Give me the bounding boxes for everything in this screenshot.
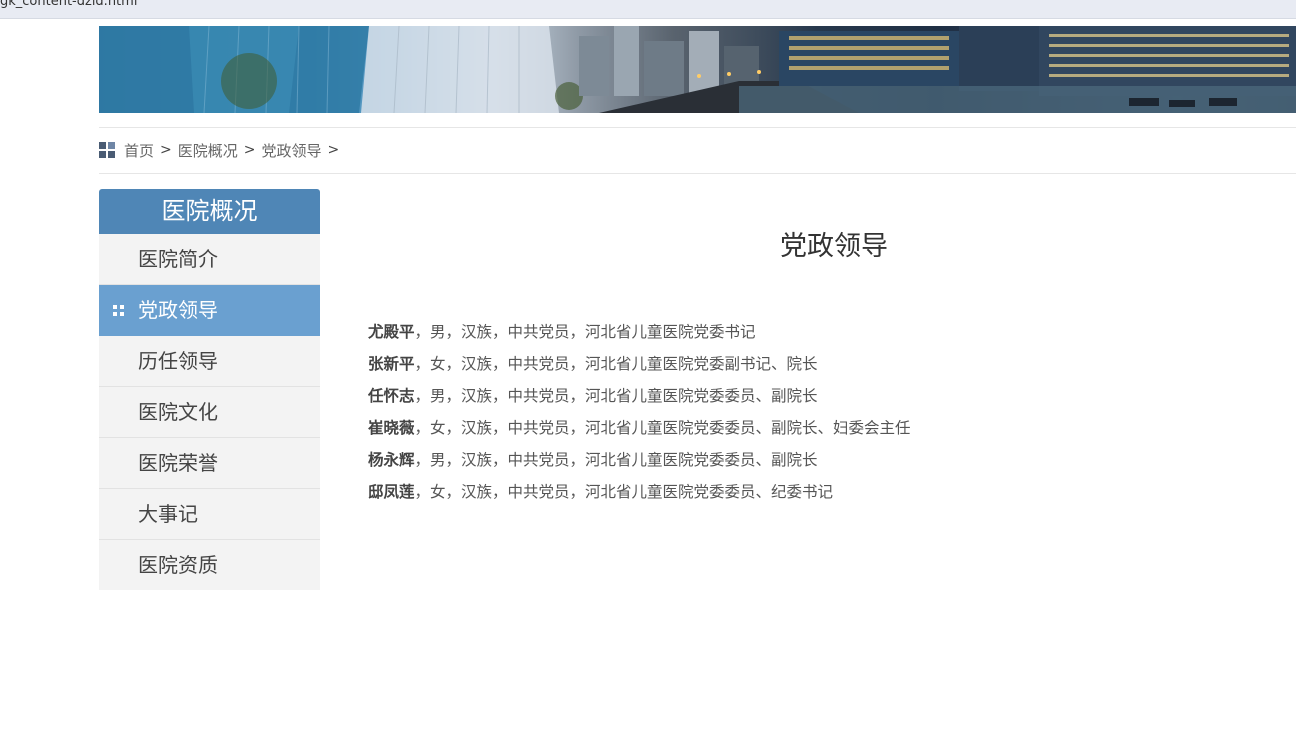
sidebar-item-label: 医院简介 xyxy=(138,247,218,271)
sidebar-item-label: 医院文化 xyxy=(138,400,218,424)
sidebar: 医院概况 医院简介 党政领导 历任领导 医院文化 医院荣誉 大事记 医院资质 xyxy=(99,189,320,590)
sidebar-item-events[interactable]: 大事记 xyxy=(99,489,320,540)
breadcrumb-current-link[interactable]: 党政领导 xyxy=(262,140,322,161)
list-item: 崔晓薇，女，汉族，中共党员，河北省儿童医院党委委员、副院长、妇委会主任 xyxy=(368,412,911,444)
breadcrumb-separator: > xyxy=(243,142,256,158)
sidebar-item-culture[interactable]: 医院文化 xyxy=(99,387,320,438)
leader-name: 尤殿平 xyxy=(368,323,415,341)
sidebar-item-leadership[interactable]: 党政领导 xyxy=(99,285,320,336)
leader-desc: ，男，汉族，中共党员，河北省儿童医院党委委员、副院长 xyxy=(414,387,818,405)
breadcrumb-divider xyxy=(99,173,1296,174)
breadcrumb-separator: > xyxy=(327,142,340,158)
leader-name: 任怀志 xyxy=(368,387,415,405)
list-item: 尤殿平，男，汉族，中共党员，河北省儿童医院党委书记 xyxy=(368,316,911,348)
dots-icon xyxy=(113,305,124,316)
list-item: 任怀志，男，汉族，中共党员，河北省儿童医院党委委员、副院长 xyxy=(368,380,911,412)
sidebar-item-former-leaders[interactable]: 历任领导 xyxy=(99,336,320,387)
sidebar-item-label: 医院资质 xyxy=(138,553,218,577)
sidebar-item-honors[interactable]: 医院荣誉 xyxy=(99,438,320,489)
header-banner xyxy=(99,26,1296,113)
top-divider xyxy=(99,127,1296,128)
list-item: 杨永辉，男，汉族，中共党员，河北省儿童医院党委委员、副院长 xyxy=(368,444,911,476)
leader-desc: ，女，汉族，中共党员，河北省儿童医院党委副书记、院长 xyxy=(414,355,818,373)
breadcrumb: 首页 > 医院概况 > 党政领导 > xyxy=(99,139,345,161)
sidebar-item-label: 党政领导 xyxy=(138,298,218,322)
leader-desc: ，女，汉族，中共党员，河北省儿童医院党委委员、纪委书记 xyxy=(414,483,834,501)
list-item: 邸凤莲，女，汉族，中共党员，河北省儿童医院党委委员、纪委书记 xyxy=(368,476,911,508)
leader-list: 尤殿平，男，汉族，中共党员，河北省儿童医院党委书记 张新平，女，汉族，中共党员，… xyxy=(368,316,911,508)
sidebar-title: 医院概况 xyxy=(99,189,320,234)
sidebar-item-label: 医院荣誉 xyxy=(138,451,218,475)
leader-desc: ，男，汉族，中共党员，河北省儿童医院党委委员、副院长 xyxy=(414,451,818,469)
address-bar[interactable]: gk_content-dzld.html xyxy=(0,0,1296,19)
breadcrumb-overview-link[interactable]: 医院概况 xyxy=(178,140,238,161)
list-item: 张新平，女，汉族，中共党员，河北省儿童医院党委副书记、院长 xyxy=(368,348,911,380)
leader-name: 张新平 xyxy=(368,355,415,373)
leader-name: 崔晓薇 xyxy=(368,419,415,437)
page-title: 党政领导 xyxy=(780,231,888,262)
sidebar-item-qualifications[interactable]: 医院资质 xyxy=(99,540,320,590)
leader-name: 邸凤莲 xyxy=(368,483,415,501)
breadcrumb-home-link[interactable]: 首页 xyxy=(124,140,154,161)
leader-desc: ，男，汉族，中共党员，河北省儿童医院党委书记 xyxy=(414,323,756,341)
address-bar-text: gk_content-dzld.html xyxy=(0,0,138,9)
breadcrumb-separator: > xyxy=(160,142,172,158)
leader-desc: ，女，汉族，中共党员，河北省儿童医院党委委员、副院长、妇委会主任 xyxy=(414,419,911,437)
sidebar-item-label: 大事记 xyxy=(138,502,198,526)
sidebar-item-label: 历任领导 xyxy=(138,349,218,373)
leader-name: 杨永辉 xyxy=(368,451,415,469)
banner-illustration xyxy=(99,26,1296,113)
grid-icon xyxy=(99,142,115,158)
sidebar-item-intro[interactable]: 医院简介 xyxy=(99,234,320,285)
